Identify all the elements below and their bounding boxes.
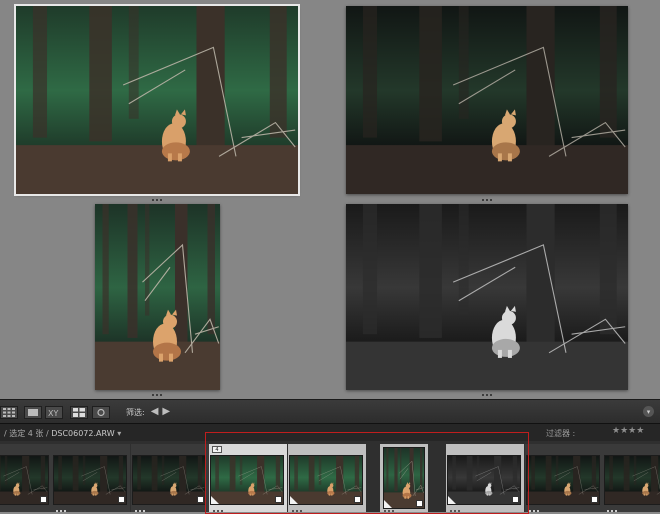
develop-badge-icon <box>40 496 47 503</box>
filmstrip-thumbnail[interactable] <box>211 456 283 504</box>
filmstrip-thumbnail[interactable] <box>527 456 599 504</box>
filmstrip-cell[interactable] <box>446 444 524 512</box>
filmstrip-thumbnail[interactable] <box>605 456 660 504</box>
filmstrip-thumbnail[interactable] <box>133 456 205 504</box>
develop-badge-icon <box>275 496 282 503</box>
develop-badge-icon <box>512 496 519 503</box>
filmstrip-cell[interactable] <box>603 444 660 512</box>
filmstrip-cell[interactable]: 4 <box>209 444 287 512</box>
filmstrip-thumbnail[interactable] <box>290 456 362 504</box>
flag-corner-icon <box>211 496 219 504</box>
filmstrip-thumbnail[interactable] <box>448 456 520 504</box>
filmstrip: 4 <box>0 441 660 512</box>
filmstrip-thumbnail[interactable] <box>384 448 424 508</box>
survey-view-icon[interactable] <box>70 406 88 419</box>
filter-label: 筛选: <box>126 407 145 418</box>
chevron-down-icon[interactable]: ▾ <box>643 406 654 417</box>
selection-count: / 选定 4 张 / <box>4 429 49 438</box>
people-view-icon[interactable] <box>92 406 110 419</box>
filmstrip-cell[interactable] <box>525 444 603 512</box>
survey-photo-bw[interactable] <box>346 204 628 390</box>
develop-badge-icon <box>354 496 361 503</box>
filmstrip-cell[interactable] <box>52 444 130 512</box>
svg-text:XY: XY <box>48 409 58 417</box>
photo-dots <box>149 392 165 398</box>
survey-view <box>0 0 660 399</box>
compare-view-icon[interactable]: XY <box>45 406 63 419</box>
loupe-view-icon[interactable] <box>24 406 42 419</box>
filmstrip-header: / 选定 4 张 / DSC06072.ARW ▾ 过滤器 : ★★★★ <box>0 423 660 442</box>
flag-corner-icon <box>448 496 456 504</box>
filmstrip-path[interactable]: / 选定 4 张 / DSC06072.ARW ▾ <box>4 428 121 439</box>
filmstrip-thumbnail[interactable] <box>0 456 48 504</box>
arrow-right-icon[interactable]: ▶ <box>162 407 170 417</box>
survey-photo-portrait[interactable] <box>95 204 220 390</box>
develop-badge-icon <box>416 500 423 507</box>
chevron-down-icon[interactable]: ▾ <box>117 429 121 438</box>
survey-photo-color-selected[interactable] <box>16 6 298 194</box>
grid-view-icon[interactable] <box>0 406 18 419</box>
filmstrip-cell[interactable] <box>288 444 366 512</box>
arrow-left-icon[interactable]: ◀ <box>151 407 159 417</box>
filmstrip-cell[interactable] <box>0 444 52 512</box>
selection-number-badge: 4 <box>212 446 222 453</box>
current-filename: DSC06072.ARW <box>51 429 114 438</box>
develop-badge-icon <box>197 496 204 503</box>
survey-photo-dark[interactable] <box>346 6 628 194</box>
filmstrip-cell[interactable] <box>380 444 428 512</box>
filmstrip-cell[interactable] <box>131 444 209 512</box>
develop-badge-icon <box>591 496 598 503</box>
filmstrip-filter-label: 过滤器 : <box>546 428 575 439</box>
rating-filter-stars[interactable]: ★★★★ <box>612 426 644 436</box>
photo-dots <box>479 197 495 203</box>
develop-badge-icon <box>118 496 125 503</box>
flag-corner-icon <box>290 496 298 504</box>
photo-dots <box>149 197 165 203</box>
photo-dots <box>479 392 495 398</box>
flag-corner-icon <box>384 500 392 508</box>
filmstrip-thumbnail[interactable] <box>54 456 126 504</box>
library-toolbar: XY 筛选: ◀ ▶ ▾ <box>0 399 660 424</box>
